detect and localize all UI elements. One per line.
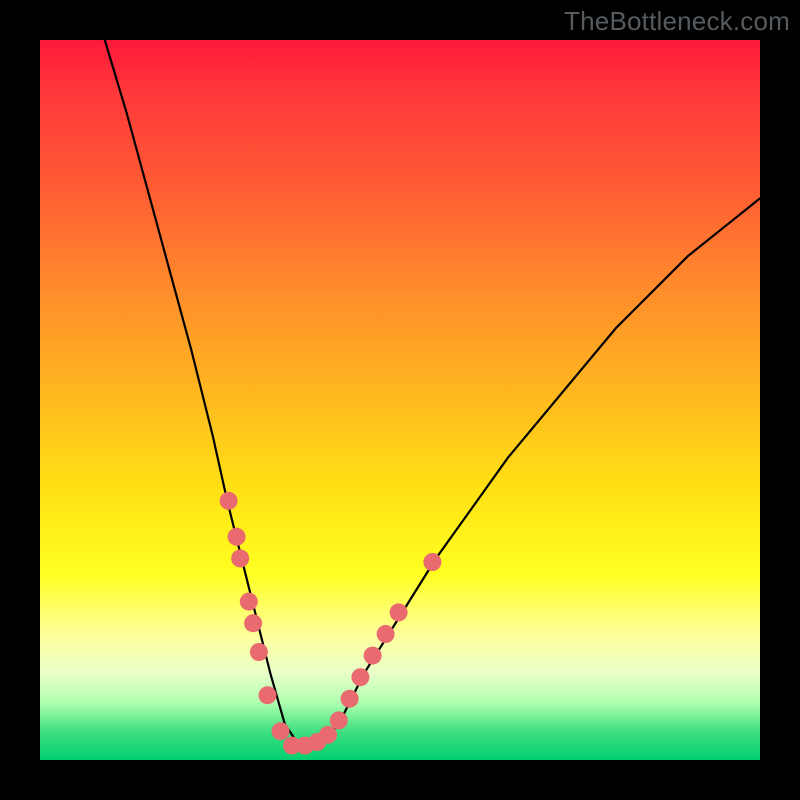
curve-marker (319, 726, 337, 744)
chart-svg (40, 40, 760, 760)
curve-marker (364, 647, 382, 665)
curve-marker (330, 711, 348, 729)
plot-area (40, 40, 760, 760)
curve-marker (390, 603, 408, 621)
curve-marker (220, 492, 238, 510)
curve-marker (244, 614, 262, 632)
curve-marker (228, 528, 246, 546)
curve-marker (259, 686, 277, 704)
curve-marker (250, 643, 268, 661)
curve-marker (351, 668, 369, 686)
watermark-text: TheBottleneck.com (564, 6, 790, 37)
curve-marker (240, 593, 258, 611)
curve-marker (231, 549, 249, 567)
curve-marker (423, 553, 441, 571)
curve-marker (272, 722, 290, 740)
bottleneck-curve (105, 40, 760, 746)
curve-marker (377, 625, 395, 643)
curve-markers (220, 492, 442, 755)
curve-marker (341, 690, 359, 708)
chart-container: TheBottleneck.com (0, 0, 800, 800)
